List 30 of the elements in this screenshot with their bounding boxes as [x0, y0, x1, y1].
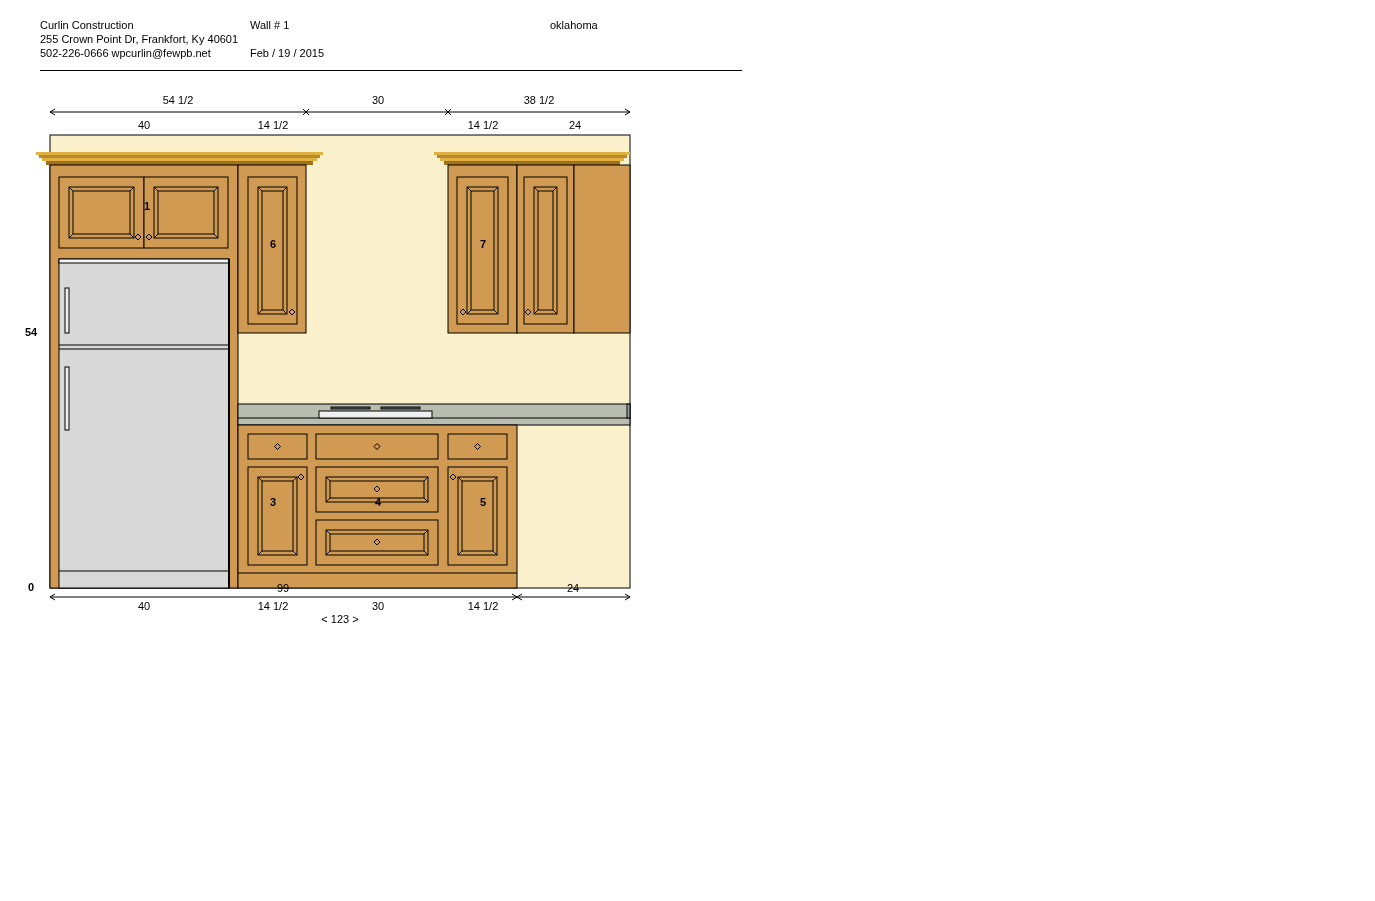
dimension-label: 24 [566, 582, 580, 594]
drawer-front-drawing [447, 433, 508, 460]
height-mark: 0 [27, 581, 35, 593]
wall-title: Wall # 1 [250, 18, 291, 32]
dimension-label: 14 1/2 [257, 600, 289, 612]
dimension-label: 30 [371, 94, 385, 106]
cabinet-number: 6 [269, 238, 277, 250]
dimension-label: 14 1/2 [467, 600, 499, 612]
cabinet-number: 5 [479, 496, 487, 508]
location-label: oklahoma [550, 18, 598, 32]
cabinet-number: 3 [269, 496, 277, 508]
dimension-label: 14 1/2 [257, 119, 289, 131]
dimension-label: 24 [568, 119, 582, 131]
cabinet-number: 1 [143, 200, 151, 212]
dimension-label: 30 [371, 600, 385, 612]
company-name: Curlin Construction [40, 18, 135, 32]
cabinet-number: 7 [479, 238, 487, 250]
company-contact: 502-226-0666 wpcurlin@fewpb.net [40, 46, 212, 60]
total-width-label: < 123 > [321, 613, 359, 625]
dimension-label: 54 1/2 [162, 94, 194, 106]
company-address: 255 Crown Point Dr, Frankfort, Ky 40601 [40, 32, 240, 46]
dimension-label: 40 [137, 119, 151, 131]
height-mark: 54 [24, 326, 38, 338]
drawing-date: Feb / 19 / 2015 [250, 46, 325, 60]
dimension-label: 99 [276, 582, 290, 594]
cabinet-number: 4 [374, 496, 382, 508]
drawer-front-drawing [247, 433, 308, 460]
dimension-label: 14 1/2 [467, 119, 499, 131]
dimension-label: 40 [137, 600, 151, 612]
dimension-label: 38 1/2 [523, 94, 555, 106]
